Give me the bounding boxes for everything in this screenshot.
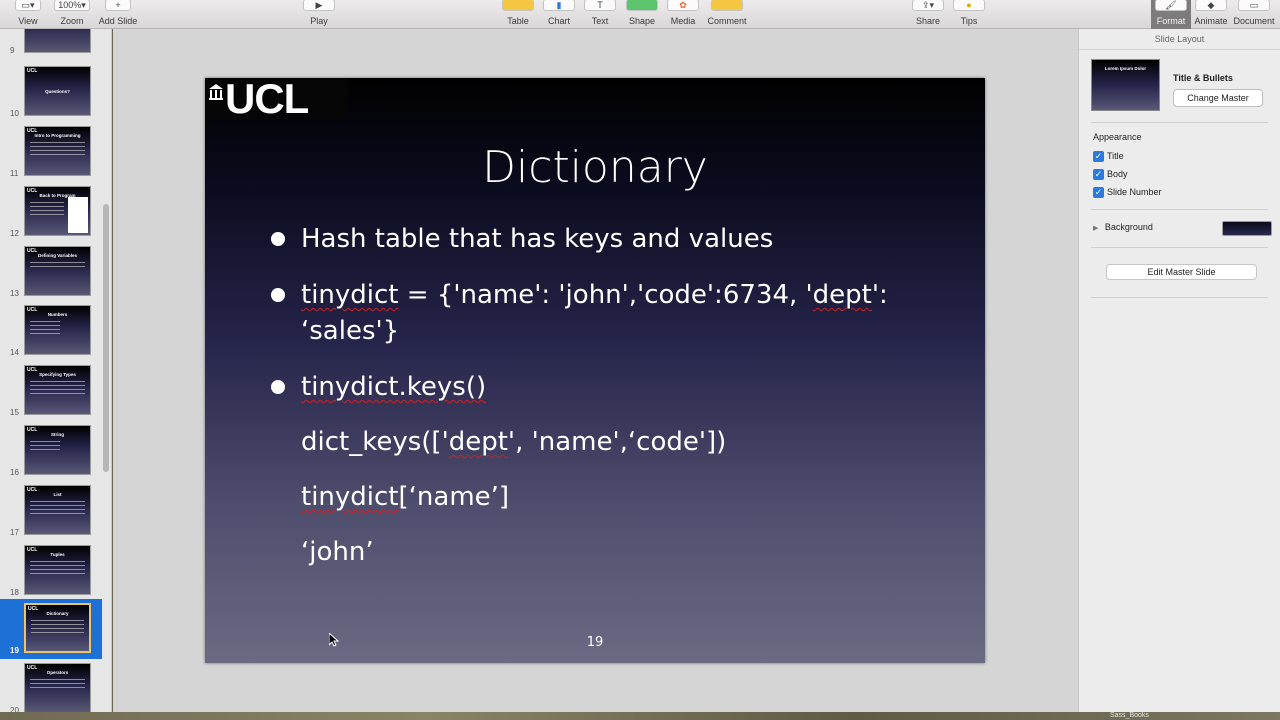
ucl-logo: UCL	[205, 76, 348, 122]
thumbnail-image: UCL Tuples	[24, 545, 91, 595]
portico-icon	[209, 84, 223, 100]
bullet-dot	[271, 380, 285, 394]
desktop-folder-label: Sass_Books	[1110, 712, 1149, 719]
zoom-button[interactable]: 100% ▾ Zoom	[52, 0, 92, 29]
table-icon	[502, 0, 534, 11]
paintbrush-icon: 🖌	[1155, 0, 1187, 11]
thumbnail-image: UCL Operators	[24, 663, 91, 712]
text-button[interactable]: T Text	[582, 0, 618, 29]
thumbnail-logo: UCL	[27, 68, 38, 74]
view-button[interactable]: ▭▾ View	[8, 0, 48, 29]
thumbnail-image-block	[68, 197, 88, 233]
play-icon: ▶	[303, 0, 335, 11]
play-button[interactable]: ▶ Play	[300, 0, 338, 29]
slide-thumbnail-13[interactable]: UCL Defining Variables 13	[0, 242, 102, 302]
layout-thumbnail[interactable]: Lorem Ipsum Dolor	[1091, 59, 1160, 111]
disclosure-triangle-icon: ▶	[1093, 225, 1099, 232]
thumbnail-image: UCL String	[24, 425, 91, 475]
body-line-keys-output[interactable]: dict_keys(['dept', 'name',‘code'])	[301, 424, 726, 460]
chart-icon: ▮	[543, 0, 575, 11]
thumbnail-image: UCL Specifying Types	[24, 365, 91, 415]
tips-button[interactable]: ● Tips	[952, 0, 986, 29]
thumbnail-image	[24, 29, 91, 53]
slide-thumbnail-19-selected[interactable]: UCL Dictionary 19	[0, 599, 102, 659]
plus-icon: +	[105, 0, 131, 11]
comment-button[interactable]: Comment	[704, 0, 750, 29]
change-master-button[interactable]: Change Master	[1173, 89, 1263, 107]
slide-thumbnail-9[interactable]: 9	[0, 29, 102, 59]
share-icon: ⇪▾	[912, 0, 944, 11]
edit-master-slide-button[interactable]: Edit Master Slide	[1106, 264, 1257, 280]
slide-thumbnail-15[interactable]: UCL Specifying Types 15	[0, 361, 102, 421]
bullet-dot	[271, 288, 285, 302]
thumbnail-image: UCL Questions?	[24, 66, 91, 116]
thumbnail-image: UCL Intro to Programming	[24, 126, 91, 176]
divider	[1091, 209, 1268, 210]
navigator-scrollbar[interactable]	[103, 204, 109, 472]
appearance-label: Appearance	[1093, 132, 1142, 142]
chart-button[interactable]: ▮ Chart	[541, 0, 577, 29]
slide-thumbnail-14[interactable]: UCL Numbers 14	[0, 301, 102, 361]
desktop-background	[0, 712, 1280, 720]
slide-navigator[interactable]: 9 UCL Questions? 10 UCL Intro to Programmi…	[0, 29, 112, 712]
thumbnail-image: UCL Defining Variables	[24, 246, 91, 296]
shape-icon	[626, 0, 658, 11]
background-disclosure[interactable]: ▶ Background	[1093, 222, 1153, 232]
divider	[1091, 122, 1268, 123]
slide-thumbnail-11[interactable]: UCL Intro to Programming 11	[0, 122, 102, 182]
body-line-lookup[interactable]: tinydict[‘name’]	[301, 479, 509, 515]
text-icon: T	[584, 0, 616, 11]
slide-thumbnail-12[interactable]: UCL Back to Program 12	[0, 182, 102, 242]
shape-button[interactable]: Shape	[623, 0, 661, 29]
slide-thumbnail-17[interactable]: UCL List 17	[0, 481, 102, 541]
inspector-header: Slide Layout	[1079, 29, 1280, 50]
slide-thumbnail-16[interactable]: UCL String 16	[0, 421, 102, 481]
document-button[interactable]: ▭ Document	[1231, 0, 1277, 29]
media-button[interactable]: ✿ Media	[665, 0, 701, 29]
slide-thumbnail-10[interactable]: UCL Questions? 10	[0, 62, 102, 122]
comment-icon	[711, 0, 743, 11]
bullet-2-text-line2[interactable]: ‘sales'}	[301, 313, 399, 349]
divider	[1091, 297, 1268, 298]
slide-number: 19	[586, 635, 604, 650]
slide[interactable]: UCL Dictionary Hash table that has keys …	[205, 76, 985, 663]
slide-title[interactable]: Dictionary	[205, 142, 985, 193]
tips-icon: ●	[953, 0, 985, 11]
bullet-1-text[interactable]: Hash table that has keys and values	[301, 221, 773, 257]
thumbnail-image: UCL Back to Program	[24, 186, 91, 236]
zoom-value: 100% ▾	[54, 0, 90, 11]
slide-thumbnail-18[interactable]: UCL Tuples 18	[0, 541, 102, 601]
animate-button[interactable]: ◆ Animate	[1191, 0, 1231, 29]
layout-name: Title & Bullets	[1173, 73, 1233, 83]
bullet-2-text[interactable]: tinydict = {'name': 'john','code':6734, …	[301, 277, 888, 313]
checkmark-icon: ✓	[1093, 187, 1104, 198]
slide-thumbnail-20[interactable]: UCL Operators 20	[0, 659, 102, 712]
share-button[interactable]: ⇪▾ Share	[910, 0, 946, 29]
checkmark-icon: ✓	[1093, 169, 1104, 180]
document-icon: ▭	[1238, 0, 1270, 11]
mouse-cursor-icon	[329, 633, 339, 647]
thumbnail-image: UCL List	[24, 485, 91, 535]
view-icon: ▭▾	[15, 0, 41, 11]
body-line-result[interactable]: ‘john’	[301, 534, 374, 570]
add-slide-button[interactable]: + Add Slide	[96, 0, 140, 29]
media-icon: ✿	[667, 0, 699, 11]
thumbnail-image: UCL Numbers	[24, 305, 91, 355]
format-inspector: Slide Layout Lorem Ipsum Dolor Title & B…	[1078, 29, 1280, 712]
divider	[1091, 247, 1268, 248]
table-button[interactable]: Table	[500, 0, 536, 29]
bullet-3-text[interactable]: tinydict.keys()	[301, 369, 486, 405]
toolbar: ▭▾ View 100% ▾ Zoom + Add Slide ▶ Play Ta…	[0, 0, 1280, 29]
diamond-icon: ◆	[1195, 0, 1227, 11]
slide-canvas: UCL Dictionary Hash table that has keys …	[113, 29, 1078, 712]
bullet-dot	[271, 232, 285, 246]
format-button[interactable]: 🖌 Format	[1151, 0, 1191, 29]
checkmark-icon: ✓	[1093, 151, 1104, 162]
background-color-swatch[interactable]	[1222, 221, 1272, 236]
thumbnail-image: UCL Dictionary	[24, 603, 91, 653]
